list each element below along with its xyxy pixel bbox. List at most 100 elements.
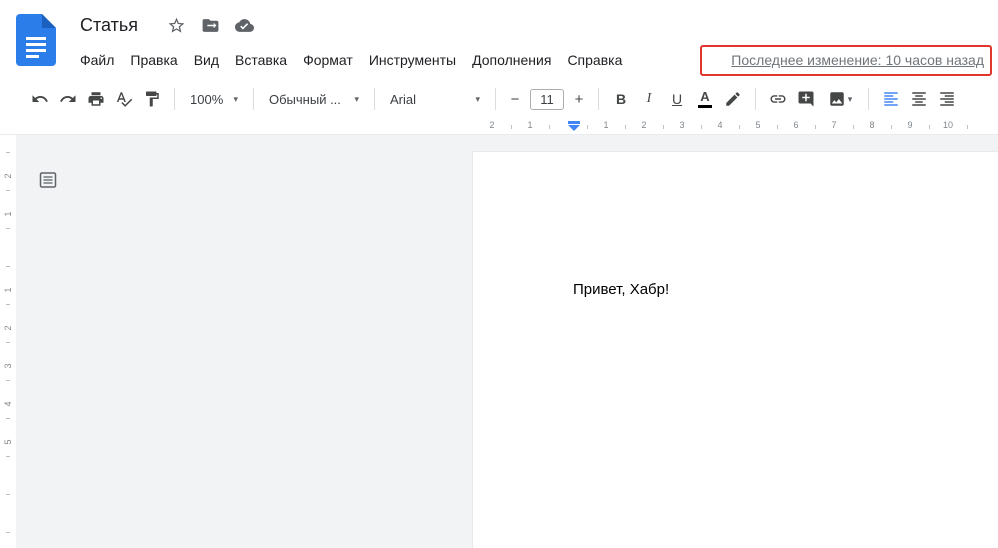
menu-item-addons[interactable]: Дополнения (464, 48, 559, 72)
image-icon (829, 92, 844, 106)
document-title[interactable]: Статья (72, 13, 144, 38)
redo-icon (60, 95, 76, 102)
insert-image-button[interactable]: ▾ (820, 86, 860, 112)
document-text: Привет, Хабр! (573, 281, 670, 298)
align-right-icon (940, 92, 954, 106)
vertical-ruler: 2 1 1 2 3 4 5 (0, 135, 16, 548)
horizontal-ruler: 2 1 1 2 3 4 5 6 7 8 9 10 (0, 118, 998, 135)
print-icon (88, 92, 104, 106)
align-right-button[interactable] (933, 86, 961, 112)
paint-format-button[interactable] (138, 86, 166, 112)
document-page[interactable]: Привет, Хабр! (472, 151, 998, 548)
font-dropdown[interactable]: Arial ▾ (383, 90, 487, 109)
ruler-number: 1 (3, 211, 13, 217)
ruler-number: 9 (907, 120, 913, 130)
toolbar-separator (755, 88, 756, 110)
font-value: Arial (390, 91, 417, 107)
move-folder-icon[interactable] (200, 15, 220, 35)
menu-item-view[interactable]: Вид (186, 48, 227, 72)
ruler-number: 7 (831, 120, 837, 130)
align-left-button[interactable] (877, 86, 905, 112)
chevron-down-icon: ▾ (354, 93, 359, 104)
ruler-number: 5 (3, 439, 13, 445)
toolbar-separator (253, 88, 254, 110)
italic-button[interactable]: I (635, 86, 663, 112)
toolbar-separator (495, 88, 496, 110)
redo-button[interactable] (54, 86, 82, 112)
link-icon (770, 95, 786, 103)
highlight-color-button[interactable] (719, 86, 747, 112)
document-outline-icon (39, 172, 57, 188)
ruler-number: 10 (942, 120, 954, 130)
star-icon[interactable] (166, 15, 186, 35)
toolbar-separator (374, 88, 375, 110)
align-center-button[interactable] (905, 86, 933, 112)
font-size-input[interactable] (530, 88, 564, 110)
menu-item-tools[interactable]: Инструменты (361, 48, 464, 72)
ruler-number: 5 (755, 120, 761, 130)
docs-logo-icon (16, 14, 56, 66)
ruler-number: 4 (3, 401, 13, 407)
print-button[interactable] (82, 86, 110, 112)
toolbar: 100% ▾ Обычный ... ▾ Arial ▾ − + B I (0, 80, 998, 118)
ruler-number: 8 (869, 120, 875, 130)
toolbar-separator (174, 88, 175, 110)
last-edit-link[interactable]: Последнее изменение: 10 часов назад (731, 52, 984, 68)
insert-link-button[interactable] (764, 86, 792, 112)
text-color-button[interactable]: A (691, 86, 719, 112)
menu-item-help[interactable]: Справка (559, 48, 630, 72)
first-line-indent-icon (568, 121, 580, 124)
document-area: 2 1 1 2 3 4 5 Привет, Хабр! (0, 135, 998, 548)
menu-item-edit[interactable]: Правка (122, 48, 185, 72)
docs-logo[interactable] (16, 14, 56, 66)
paragraph-style-value: Обычный ... (269, 91, 341, 107)
menu-item-insert[interactable]: Вставка (227, 48, 295, 72)
header: Статья Файл Правка Вид Вставка Формат Ин… (0, 0, 998, 80)
menu-item-format[interactable]: Формат (295, 48, 361, 72)
menu-item-file[interactable]: Файл (72, 48, 122, 72)
plus-icon: + (574, 90, 584, 108)
font-size-decrease-button[interactable]: − (504, 86, 526, 112)
menubar: Файл Правка Вид Вставка Формат Инструмен… (72, 43, 998, 77)
ruler-number: 2 (3, 173, 13, 179)
zoom-value: 100% (190, 91, 224, 107)
highlighter-icon (726, 92, 740, 106)
toolbar-separator (868, 88, 869, 110)
google-docs-app: Статья Файл Правка Вид Вставка Формат Ин… (0, 0, 998, 548)
paragraph-style-dropdown[interactable]: Обычный ... ▾ (262, 90, 366, 109)
font-size-increase-button[interactable]: + (568, 86, 590, 112)
header-main: Статья Файл Правка Вид Вставка Формат Ин… (72, 0, 998, 80)
add-comment-button[interactable] (792, 86, 820, 112)
ruler-number: 2 (3, 325, 13, 331)
ruler-number: 1 (603, 120, 609, 130)
underline-button[interactable]: U (663, 86, 691, 112)
ruler-number: 3 (3, 363, 13, 369)
title-row: Статья (72, 7, 998, 43)
outline-button[interactable] (36, 168, 60, 192)
ruler-number: 2 (489, 120, 495, 130)
undo-button[interactable] (26, 86, 54, 112)
chevron-down-icon: ▾ (233, 93, 238, 104)
chevron-down-icon: ▾ (847, 93, 853, 104)
text-color-icon: A (700, 88, 710, 104)
zoom-dropdown[interactable]: 100% ▾ (183, 90, 245, 109)
italic-icon: I (646, 91, 652, 106)
undo-icon (32, 95, 48, 102)
ruler-number: 1 (3, 287, 13, 293)
chevron-down-icon: ▾ (475, 93, 480, 104)
ruler-number: 4 (717, 120, 723, 130)
bold-button[interactable]: B (607, 86, 635, 112)
underline-icon: U (671, 91, 683, 107)
cloud-status-icon[interactable] (234, 15, 254, 35)
spellcheck-button[interactable] (110, 86, 138, 112)
left-indent-icon (568, 125, 580, 131)
spellcheck-icon (116, 92, 133, 107)
toolbar-separator (598, 88, 599, 110)
ruler-number: 3 (679, 120, 685, 130)
add-comment-icon (798, 91, 814, 107)
indent-marker[interactable] (568, 121, 580, 131)
ruler-number: 2 (641, 120, 647, 130)
ruler-number: 1 (527, 120, 533, 130)
bold-icon: B (615, 91, 627, 107)
align-center-icon (912, 92, 926, 106)
